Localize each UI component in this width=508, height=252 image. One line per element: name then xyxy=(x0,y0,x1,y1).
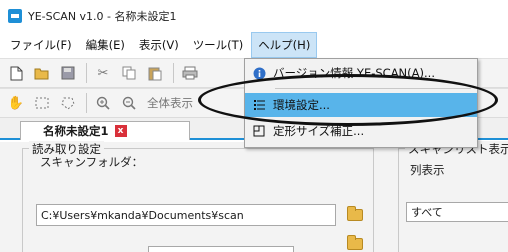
save-icon[interactable] xyxy=(58,63,78,83)
scan-folder-label: スキャンフォルダ： xyxy=(40,155,144,169)
zoom-in-icon[interactable] xyxy=(93,93,113,113)
new-file-icon[interactable] xyxy=(6,63,26,83)
column-display-select[interactable]: すべて xyxy=(406,202,508,222)
paste-icon[interactable] xyxy=(145,63,165,83)
zoom-out-icon[interactable] xyxy=(119,93,139,113)
secondary-field[interactable] xyxy=(148,246,294,252)
info-icon xyxy=(245,67,273,80)
browse-folder-button-2[interactable] xyxy=(344,234,366,252)
window-title: YE-SCAN v1.0 - 名称未設定1 xyxy=(28,10,177,23)
menu-help[interactable]: ヘルプ(H) xyxy=(251,32,318,58)
tab-document[interactable]: 名称未設定1 x xyxy=(20,121,190,140)
scan-folder-field[interactable]: C:¥Users¥mkanda¥Documents¥scan xyxy=(36,204,336,226)
open-folder-icon[interactable] xyxy=(32,63,52,83)
help-dropdown-menu: バージョン情報 YE-SCAN(A)... 環境設定... 定形サイズ補正... xyxy=(244,58,478,148)
menu-separator xyxy=(275,88,471,89)
rect-select-icon[interactable] xyxy=(32,93,52,113)
app-icon xyxy=(8,9,22,23)
cut-icon[interactable]: ✂ xyxy=(93,63,113,83)
folder-icon xyxy=(347,235,363,250)
title-bar: YE-SCAN v1.0 - 名称未設定1 xyxy=(0,0,508,32)
fit-all-button[interactable]: 全体表示 xyxy=(147,95,193,111)
menu-item-size-correction[interactable]: 定形サイズ補正... xyxy=(245,119,477,143)
about-label: バージョン情報 YE-SCAN(A)... xyxy=(273,66,435,80)
column-display-label: 列表示 xyxy=(410,163,445,177)
menu-item-about[interactable]: バージョン情報 YE-SCAN(A)... xyxy=(245,61,477,85)
size-icon xyxy=(245,125,273,137)
copy-icon[interactable] xyxy=(119,63,139,83)
toolbar-separator xyxy=(86,93,87,113)
menu-tools[interactable]: ツール(T) xyxy=(187,33,250,57)
menu-edit[interactable]: 編集(E) xyxy=(80,33,131,57)
toolbar-separator xyxy=(173,63,174,83)
hand-tool-icon[interactable]: ✋ xyxy=(6,93,26,113)
tab-label: 名称未設定1 xyxy=(43,124,109,138)
menu-view[interactable]: 表示(V) xyxy=(133,33,185,57)
close-icon[interactable]: x xyxy=(114,125,127,137)
browse-folder-button[interactable] xyxy=(344,205,366,225)
folder-icon xyxy=(347,206,363,221)
main-content: 読み取り設定 スキャンフォルダ： C:¥Users¥mkanda¥Documen… xyxy=(0,141,508,252)
settings-icon xyxy=(245,99,273,111)
menu-bar: ファイル(F) 編集(E) 表示(V) ツール(T) ヘルプ(H) xyxy=(0,32,508,58)
menu-file[interactable]: ファイル(F) xyxy=(4,33,78,57)
print-icon[interactable] xyxy=(180,63,200,83)
lasso-select-icon[interactable] xyxy=(58,93,78,113)
menu-item-preferences[interactable]: 環境設定... xyxy=(245,93,477,117)
preferences-label: 環境設定... xyxy=(273,98,330,112)
size-correction-label: 定形サイズ補正... xyxy=(273,124,365,138)
toolbar-separator xyxy=(86,63,87,83)
